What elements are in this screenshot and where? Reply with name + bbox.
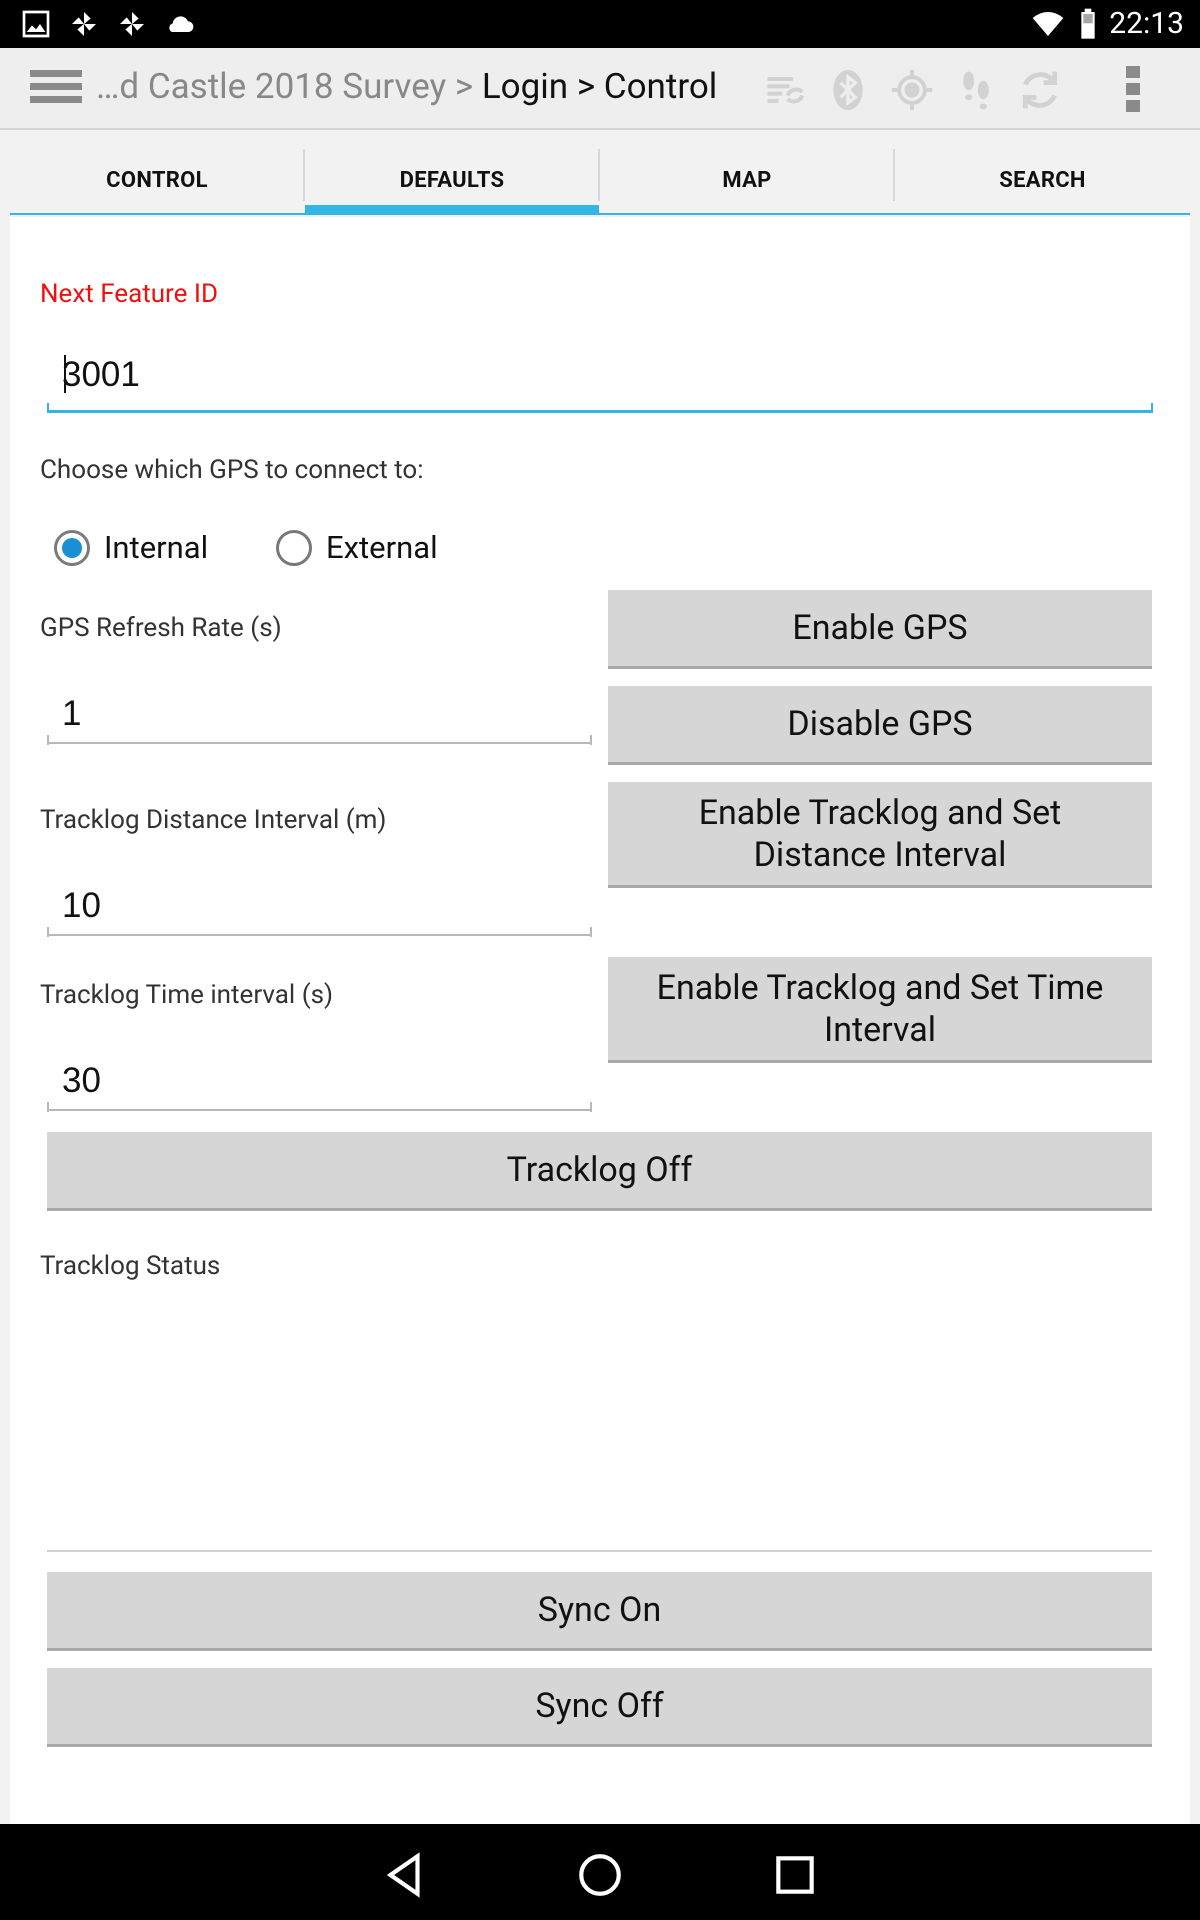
- tab-control[interactable]: CONTROL: [10, 147, 305, 213]
- defaults-panel: Next Feature ID Choose which GPS to conn…: [10, 217, 1190, 1827]
- time-interval-input[interactable]: [62, 1058, 592, 1104]
- refresh-icon[interactable]: [1018, 68, 1062, 112]
- underline-cap: [47, 735, 49, 745]
- sync-off-button[interactable]: Sync Off: [47, 1668, 1152, 1747]
- underline-cap: [1151, 403, 1153, 413]
- next-feature-id-input[interactable]: [62, 352, 1142, 398]
- refresh-rate-input[interactable]: [62, 691, 592, 737]
- underline-cap: [47, 1102, 49, 1112]
- radio-internal-label[interactable]: Internal: [104, 529, 208, 566]
- drawer-menu-icon[interactable]: [30, 70, 82, 110]
- button-label-line: Enable Tracklog and Set Time: [656, 967, 1104, 1008]
- button-label-line: Interval: [824, 1009, 936, 1050]
- tab-label: DEFAULTS: [399, 167, 505, 193]
- breadcrumb-current: Login > Control: [481, 66, 718, 107]
- distance-interval-input[interactable]: [62, 883, 592, 929]
- tab-search[interactable]: SEARCH: [895, 147, 1190, 213]
- button-label-line: Distance Interval: [753, 834, 1007, 875]
- tracklog-status-label: Tracklog Status: [40, 1251, 221, 1281]
- distance-interval-underline: [47, 934, 592, 936]
- underline-cap: [590, 927, 592, 937]
- image-icon: [22, 10, 50, 38]
- time-interval-underline: [47, 1109, 592, 1111]
- tab-bar: CONTROL DEFAULTS MAP SEARCH: [10, 147, 1190, 215]
- underline-cap: [47, 927, 49, 937]
- underline-cap: [590, 735, 592, 745]
- pinwheel-icon: [72, 12, 96, 36]
- tab-label: MAP: [722, 167, 772, 193]
- next-feature-id-underline: [47, 410, 1153, 413]
- battery-icon: [1081, 8, 1095, 39]
- tab-defaults[interactable]: DEFAULTS: [305, 147, 600, 215]
- bluetooth-icon[interactable]: [826, 68, 870, 112]
- clock: 22:13: [1109, 6, 1184, 41]
- tracklog-status-underline: [47, 1550, 1152, 1552]
- breadcrumb: …d Castle 2018 Survey > Login > Control: [96, 66, 717, 107]
- refresh-rate-label: GPS Refresh Rate (s): [40, 613, 282, 643]
- action-bar: …d Castle 2018 Survey > Login > Control: [0, 48, 1200, 130]
- next-feature-id-label: Next Feature ID: [40, 279, 219, 309]
- radio-external[interactable]: [276, 530, 312, 566]
- gps-choice-label: Choose which GPS to connect to:: [40, 455, 424, 485]
- back-icon[interactable]: [380, 1850, 430, 1900]
- disable-gps-button[interactable]: Disable GPS: [608, 686, 1152, 765]
- home-icon[interactable]: [575, 1850, 625, 1900]
- tracklog-off-button[interactable]: Tracklog Off: [47, 1132, 1152, 1211]
- footsteps-icon[interactable]: [954, 68, 998, 112]
- refresh-rate-underline: [47, 742, 592, 744]
- underline-cap: [47, 403, 49, 413]
- distance-interval-label: Tracklog Distance Interval (m): [40, 805, 387, 835]
- enable-tracklog-time-button[interactable]: Enable Tracklog and Set Time Interval: [608, 957, 1152, 1063]
- radio-external-label[interactable]: External: [326, 529, 438, 566]
- radio-internal[interactable]: [54, 530, 90, 566]
- sync-list-icon[interactable]: [762, 68, 806, 112]
- tab-label: SEARCH: [999, 167, 1086, 193]
- enable-gps-button[interactable]: Enable GPS: [608, 590, 1152, 669]
- underline-cap: [590, 1102, 592, 1112]
- tab-map[interactable]: MAP: [600, 147, 895, 213]
- overflow-menu-icon[interactable]: [1126, 66, 1146, 118]
- cloud-icon: [169, 16, 194, 32]
- tab-label: CONTROL: [106, 167, 208, 193]
- gps-target-icon[interactable]: [890, 68, 934, 112]
- time-interval-label: Tracklog Time interval (s): [40, 980, 334, 1010]
- recents-icon[interactable]: [770, 1850, 820, 1900]
- enable-tracklog-distance-button[interactable]: Enable Tracklog and Set Distance Interva…: [608, 782, 1152, 888]
- breadcrumb-survey[interactable]: …d Castle 2018 Survey >: [96, 66, 482, 107]
- pinwheel-icon: [120, 12, 144, 36]
- button-label-line: Enable Tracklog and Set: [698, 792, 1062, 833]
- navigation-bar: [0, 1824, 1200, 1920]
- wifi-icon: [1032, 12, 1064, 36]
- sync-on-button[interactable]: Sync On: [47, 1572, 1152, 1651]
- status-bar: 22:13: [0, 0, 1200, 48]
